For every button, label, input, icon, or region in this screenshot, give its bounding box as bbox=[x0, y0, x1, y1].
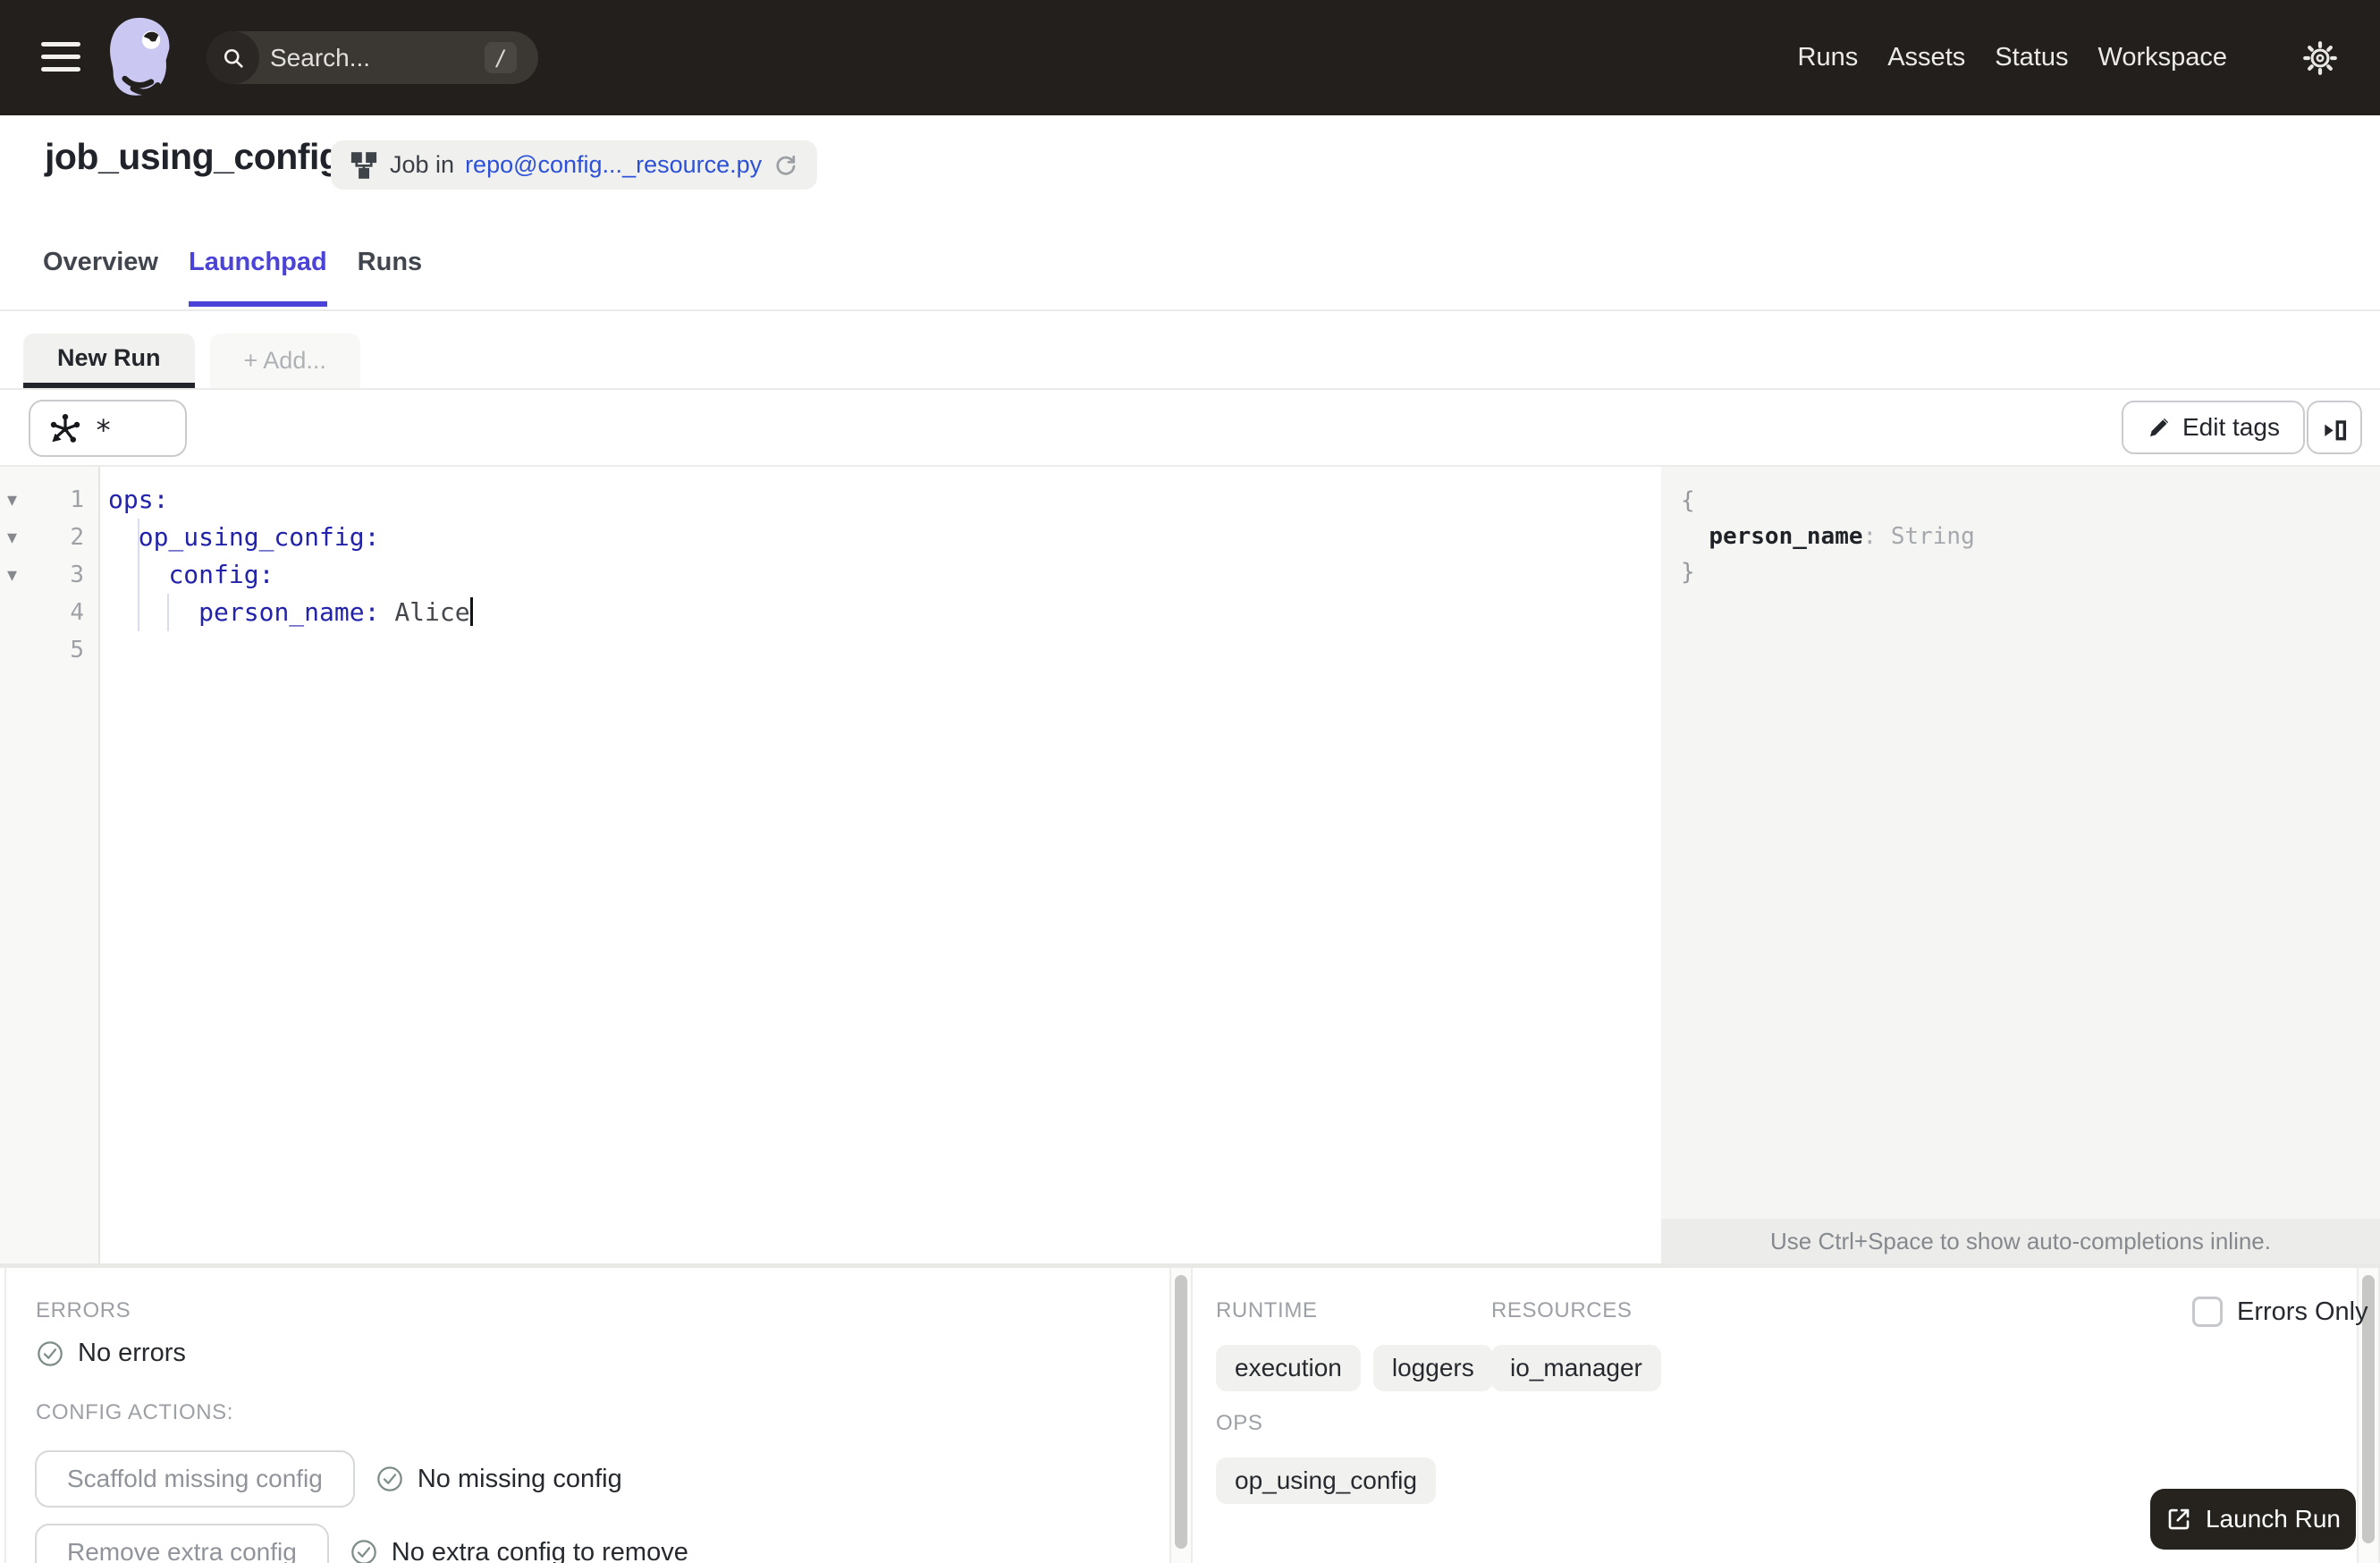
launchpad-page: / Runs Assets Status Workspace job_using_co… bbox=[0, 0, 2380, 1563]
scrollbar-thumb[interactable] bbox=[1175, 1275, 1187, 1549]
text-cursor bbox=[469, 597, 473, 626]
runtime-group: RUNTIME execution loggers bbox=[1216, 1298, 1493, 1391]
job-repo-badge: Job in repo@config..._resource.py bbox=[331, 140, 818, 190]
search-icon bbox=[207, 31, 259, 84]
nav-links: Runs Assets Status Workspace bbox=[1798, 0, 2339, 115]
dagster-logo[interactable] bbox=[100, 14, 182, 105]
config-actions-label: CONFIG ACTIONS: bbox=[36, 1400, 234, 1424]
pencil-icon bbox=[2149, 418, 2169, 436]
resources-tags: io_manager bbox=[1491, 1345, 1661, 1391]
schema-line: person_name: String bbox=[1709, 523, 1975, 550]
job-badge-prefix: Job in bbox=[390, 151, 455, 178]
editor-line[interactable]: config: bbox=[108, 556, 473, 594]
session-tabs: New Run + Add... bbox=[23, 334, 360, 388]
resources-group: RESOURCES io_manager bbox=[1491, 1298, 1661, 1391]
tab-launchpad[interactable]: Launchpad bbox=[188, 248, 327, 307]
tab-runs[interactable]: Runs bbox=[358, 248, 423, 307]
nav-link-runs[interactable]: Runs bbox=[1798, 43, 1859, 72]
config-schema-panel: { person_name: String} bbox=[1661, 467, 2380, 1219]
no-errors-status: No errors bbox=[36, 1339, 186, 1368]
errors-only-checkbox[interactable] bbox=[2192, 1297, 2223, 1327]
session-tab-new-run[interactable]: New Run bbox=[23, 334, 195, 388]
nav-link-workspace[interactable]: Workspace bbox=[2097, 43, 2227, 72]
schema-line: { bbox=[1681, 487, 1695, 514]
autocomplete-hint: Use Ctrl+Space to show auto-completions … bbox=[1661, 1219, 2380, 1263]
top-nav: / Runs Assets Status Workspace bbox=[0, 0, 2380, 115]
editor-gutter: ▾ 1 ▾ 2 ▾ 3 4 5 bbox=[0, 467, 100, 1263]
line-number: 2 bbox=[70, 524, 84, 551]
ops-group: OPS op_using_config bbox=[1216, 1411, 1436, 1504]
ops-label: OPS bbox=[1216, 1411, 1263, 1435]
left-panel-scrollbar bbox=[1169, 1268, 1193, 1563]
launch-run-label: Launch Run bbox=[2205, 1505, 2341, 1533]
line-number: 1 bbox=[70, 486, 84, 513]
config-editor[interactable]: ▾ 1 ▾ 2 ▾ 3 4 5 ops: op_using_config: config: p… bbox=[0, 467, 1661, 1263]
launch-run-button[interactable]: Launch Run bbox=[2150, 1489, 2356, 1550]
editor-line[interactable]: person_name: Alice bbox=[108, 594, 473, 631]
config-actions: Scaffold missing config No missing config… bbox=[35, 1450, 688, 1563]
editor-gutter-row: ▾ 2 bbox=[0, 519, 98, 556]
edit-tags-label: Edit tags bbox=[2182, 413, 2280, 441]
fold-arrow-icon[interactable]: ▾ bbox=[7, 556, 17, 594]
expand-panel-icon bbox=[2325, 420, 2347, 441]
job-repo-link[interactable]: repo@config..._resource.py bbox=[465, 151, 762, 179]
config-action-row: Remove extra config No extra config to re… bbox=[35, 1524, 688, 1563]
page-title: job_using_config bbox=[45, 136, 342, 177]
tag-io-manager[interactable]: io_manager bbox=[1491, 1345, 1661, 1391]
runtime-label: RUNTIME bbox=[1216, 1298, 1318, 1322]
nav-link-status[interactable]: Status bbox=[1995, 43, 2068, 72]
editor-line[interactable] bbox=[108, 631, 473, 669]
job-graph-icon bbox=[350, 151, 377, 179]
editor-code[interactable]: ops: op_using_config: config: person_nam… bbox=[108, 481, 473, 669]
op-selector-chip[interactable]: * bbox=[29, 400, 187, 457]
editor-gutter-row: ▾ 3 bbox=[0, 556, 98, 594]
check-circle-icon bbox=[377, 1466, 402, 1491]
tab-overview[interactable]: Overview bbox=[43, 248, 158, 307]
search-shortcut-badge: / bbox=[485, 42, 517, 73]
scaffold-missing-config-button[interactable]: Scaffold missing config bbox=[35, 1450, 355, 1508]
search-bar[interactable]: / bbox=[207, 31, 538, 84]
op-selector-value: * bbox=[95, 413, 113, 447]
editor-line[interactable]: op_using_config: bbox=[108, 519, 473, 556]
fold-arrow-icon[interactable]: ▾ bbox=[7, 481, 17, 519]
resources-label: RESOURCES bbox=[1491, 1298, 1633, 1322]
editor-line[interactable]: ops: bbox=[108, 481, 473, 519]
schema-line: } bbox=[1681, 559, 1695, 586]
errors-only-toggle[interactable]: Errors Only bbox=[2192, 1297, 2368, 1327]
session-tab-add[interactable]: + Add... bbox=[209, 334, 360, 388]
editor-gutter-row: 4 bbox=[0, 594, 98, 631]
edit-tags-button[interactable]: Edit tags bbox=[2122, 401, 2305, 454]
no-extra-config-to-remove-status: No extra config to remove bbox=[350, 1538, 688, 1563]
config-action-row: Scaffold missing config No missing config bbox=[35, 1450, 688, 1508]
runtime-tags: execution loggers bbox=[1216, 1345, 1493, 1391]
tag-loggers[interactable]: loggers bbox=[1372, 1345, 1493, 1391]
reload-icon[interactable] bbox=[772, 152, 799, 179]
nav-link-assets[interactable]: Assets bbox=[1887, 43, 1965, 72]
editor-gutter-row: 5 bbox=[0, 631, 98, 669]
indent-guide bbox=[138, 519, 139, 631]
errors-section-label: ERRORS bbox=[36, 1298, 131, 1322]
launch-icon bbox=[2168, 1508, 2190, 1530]
check-circle-icon bbox=[351, 1540, 376, 1563]
fold-arrow-icon[interactable]: ▾ bbox=[7, 519, 17, 556]
ops-tags: op_using_config bbox=[1216, 1457, 1436, 1504]
tag-op-using-config[interactable]: op_using_config bbox=[1216, 1457, 1436, 1504]
header-tabs: Overview Launchpad Runs bbox=[43, 248, 422, 307]
line-number: 5 bbox=[70, 637, 84, 663]
gear-icon[interactable] bbox=[2301, 39, 2339, 77]
errors-only-label: Errors Only bbox=[2237, 1297, 2368, 1326]
op-selector-icon bbox=[50, 414, 80, 443]
check-circle-icon bbox=[38, 1340, 63, 1366]
hamburger-menu-icon[interactable] bbox=[41, 42, 80, 72]
toggle-second-panel-button[interactable] bbox=[2307, 401, 2362, 454]
no-errors-text: No errors bbox=[78, 1339, 186, 1367]
editor-gutter-row: ▾ 1 bbox=[0, 481, 98, 519]
line-number: 4 bbox=[70, 599, 84, 626]
tag-execution[interactable]: execution bbox=[1216, 1345, 1361, 1391]
indent-guide bbox=[167, 594, 169, 631]
no-missing-config-status: No missing config bbox=[376, 1465, 622, 1494]
line-number: 3 bbox=[70, 562, 84, 588]
remove-extra-config-button[interactable]: Remove extra config bbox=[35, 1524, 329, 1563]
